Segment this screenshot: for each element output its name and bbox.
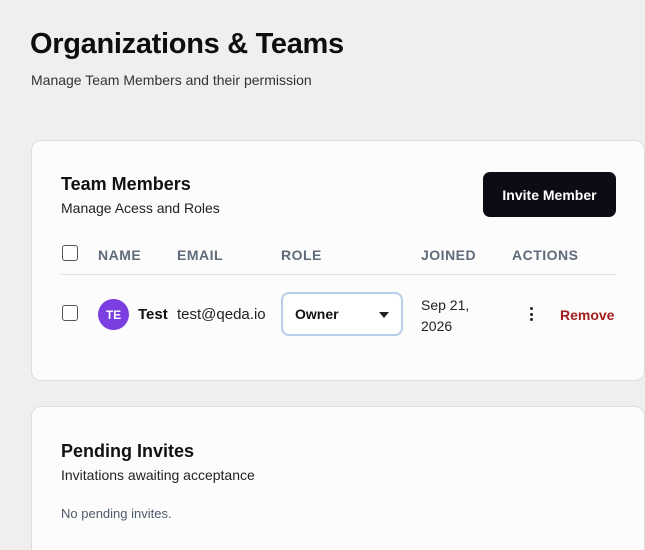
page-subtitle: Manage Team Members and their permission [31,72,312,88]
row-select-checkbox[interactable] [62,305,78,321]
column-header-email: EMAIL [177,247,224,263]
member-email: test@qeda.io [177,306,266,323]
member-joined-date: Sep 21, 2026 [421,295,469,337]
column-header-name: NAME [98,247,142,263]
pending-invites-title: Pending Invites [61,441,195,461]
column-header-role: ROLE [281,247,322,263]
role-select[interactable]: Owner [281,292,403,336]
remove-member-link[interactable]: Remove [560,307,614,323]
kebab-dot [529,318,533,321]
kebab-dot [529,312,533,316]
pending-invites-card: Pending Invites Invitations awaiting acc… [31,406,645,550]
kebab-dot [529,307,533,310]
table-header-divider [61,274,616,275]
select-all-checkbox[interactable] [62,245,78,261]
avatar: TE [98,299,129,330]
role-select-value: Owner [295,306,339,322]
joined-year-line: 2026 [421,318,453,334]
member-name: Test [138,306,168,323]
invite-member-button[interactable]: Invite Member [483,172,616,217]
pending-invites-subtitle: Invitations awaiting acceptance [61,467,255,483]
column-header-actions: ACTIONS [512,247,579,263]
joined-date-line: Sep 21, [421,297,470,313]
page-title: Organizations & Teams [30,28,344,60]
column-header-joined: JOINED [421,247,477,263]
kebab-icon[interactable] [524,305,538,323]
page: Organizations & Teams Manage Team Member… [0,0,645,550]
team-members-subtitle: Manage Acess and Roles [61,200,220,216]
pending-invites-empty-state: No pending invites. [61,506,172,521]
team-members-card: Team Members Manage Acess and Roles Invi… [31,140,645,381]
team-members-title: Team Members [61,174,191,194]
caret-down-icon [379,312,389,318]
